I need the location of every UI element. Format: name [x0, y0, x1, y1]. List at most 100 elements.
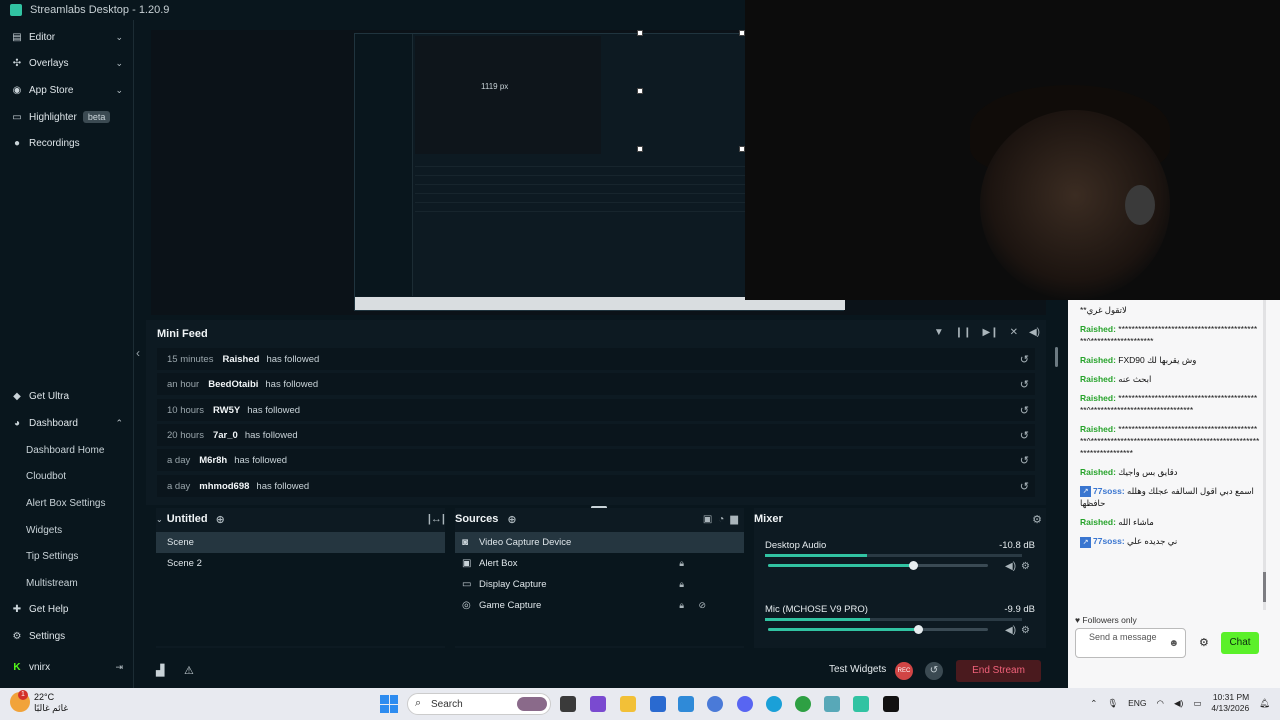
windows-start-icon[interactable]: [380, 695, 398, 713]
nav-get-help[interactable]: ✚ Get Help: [0, 596, 134, 622]
streamlabs-taskbar-icon[interactable]: [853, 696, 869, 712]
emoji-icon[interactable]: ☻: [1168, 638, 1179, 649]
wifi-icon[interactable]: ◠: [1157, 698, 1164, 709]
feed-user[interactable]: Raished: [222, 354, 259, 365]
scene-item[interactable]: Scene: [156, 532, 445, 553]
weather-widget[interactable]: 1 22°C غائم غالبًا: [10, 690, 68, 714]
taskbar-search[interactable]: ⌕ Search: [407, 693, 551, 715]
volume-icon[interactable]: ◀): [1029, 327, 1040, 338]
nav-dashboard-home[interactable]: Dashboard Home: [0, 437, 134, 463]
add-source-icon[interactable]: ⊕: [507, 513, 516, 526]
chat-scroll-thumb[interactable]: [1263, 572, 1266, 602]
replay-icon[interactable]: ↺: [1020, 404, 1029, 417]
notification-bell-icon[interactable]: 🔔︎: [1259, 698, 1270, 709]
end-stream-button[interactable]: End Stream: [956, 660, 1041, 682]
alert-icon[interactable]: ⚠: [184, 664, 194, 677]
source-tools-icon[interactable]: ▣◔▆: [703, 514, 744, 525]
resize-handle[interactable]: [637, 88, 643, 94]
slider-knob[interactable]: [909, 561, 919, 570]
feed-scrollbar[interactable]: [1055, 347, 1058, 367]
nav-widgets[interactable]: Widgets: [0, 517, 134, 543]
collapse-arrow-icon[interactable]: ⌄: [156, 515, 163, 524]
scene-collection-title[interactable]: Untitled: [167, 513, 208, 525]
replay-buffer-button[interactable]: ↺: [925, 662, 943, 680]
chat-user[interactable]: 77soss:: [1093, 486, 1125, 496]
nav-user[interactable]: K vnirx ⇥: [0, 654, 134, 680]
source-item[interactable]: ▣ Alert Box 🔒︎: [455, 553, 744, 574]
edge-icon[interactable]: [766, 696, 782, 712]
mixer-settings-icon[interactable]: ⚙: [1032, 513, 1042, 526]
nav-cloudbot[interactable]: Cloudbot: [0, 463, 134, 489]
lock-icon[interactable]: 🔒︎: [679, 558, 684, 569]
chat-settings-icon[interactable]: ⚙: [1199, 636, 1209, 649]
mic-icon[interactable]: 🎙︎: [1107, 698, 1118, 709]
speaker-icon[interactable]: ◀): [1005, 625, 1016, 636]
nav-highlighter[interactable]: ▭ Highlighter beta: [0, 104, 134, 130]
feed-user[interactable]: M6r8h: [199, 455, 227, 466]
transition-icon[interactable]: |↔|: [428, 513, 445, 525]
nav-app-store[interactable]: ◉ App Store ⌄: [0, 77, 134, 103]
app-icon[interactable]: [795, 696, 811, 712]
record-button[interactable]: REC: [895, 662, 913, 680]
nav-editor[interactable]: ▤ Editor ⌄: [0, 24, 134, 50]
resize-handle[interactable]: [739, 30, 745, 36]
nav-tip-settings[interactable]: Tip Settings: [0, 543, 134, 569]
replay-icon[interactable]: ↺: [1020, 353, 1029, 366]
chat-user[interactable]: 77soss:: [1093, 536, 1125, 546]
hidden-eye-icon[interactable]: ⊘: [698, 600, 706, 611]
chat-user[interactable]: Raished:: [1080, 355, 1116, 365]
discord-icon[interactable]: [737, 696, 753, 712]
store-icon[interactable]: [650, 696, 666, 712]
chevron-up-icon[interactable]: ⌃: [1090, 698, 1097, 709]
chat-user[interactable]: Raished:: [1080, 467, 1116, 477]
feed-user[interactable]: mhmod698: [199, 481, 249, 492]
logout-icon[interactable]: ⇥: [115, 662, 123, 673]
lock-icon[interactable]: 🔒︎: [679, 579, 684, 590]
battery-icon[interactable]: ▭: [1193, 698, 1201, 709]
chat-user[interactable]: Raished:: [1080, 517, 1116, 527]
nav-multistream[interactable]: Multistream: [0, 570, 134, 596]
resize-handle[interactable]: [637, 30, 643, 36]
chat-input[interactable]: Send a message ☻: [1075, 628, 1186, 658]
app-icon[interactable]: [824, 696, 840, 712]
volume-slider[interactable]: [768, 625, 988, 634]
resize-handle[interactable]: [739, 146, 745, 152]
task-view-icon[interactable]: [560, 696, 576, 712]
source-item[interactable]: ◎ Game Capture 🔒︎ ⊘: [455, 595, 744, 616]
nav-alert-box-settings[interactable]: Alert Box Settings: [0, 490, 134, 516]
replay-icon[interactable]: ↺: [1020, 378, 1029, 391]
slider-knob[interactable]: [913, 625, 923, 634]
collapse-sidebar-icon[interactable]: ‹: [136, 346, 140, 360]
filter-icon[interactable]: ▼: [934, 327, 944, 338]
nav-settings[interactable]: ⚙ Settings: [0, 623, 134, 649]
nav-overlays[interactable]: ✣ Overlays ⌄: [0, 50, 134, 76]
mute-alerts-icon[interactable]: ✕: [1010, 327, 1018, 338]
file-explorer-icon[interactable]: [620, 696, 636, 712]
app-icon[interactable]: [883, 696, 899, 712]
clock[interactable]: 10:31 PM 4/13/2026: [1211, 692, 1249, 714]
pause-icon[interactable]: ❙❙: [955, 327, 972, 338]
source-item[interactable]: ◙ Video Capture Device: [455, 532, 744, 553]
stats-icon[interactable]: ▟: [156, 664, 164, 677]
gear-icon[interactable]: ⚙: [1021, 561, 1030, 572]
nav-get-ultra[interactable]: ◆ Get Ultra: [0, 383, 134, 409]
add-scene-collection-icon[interactable]: ⊕: [216, 513, 225, 526]
nav-recordings[interactable]: ● Recordings: [0, 130, 134, 156]
feed-user[interactable]: 7ar_0: [213, 430, 238, 441]
chat-scrollbar[interactable]: [1263, 300, 1266, 610]
volume-slider[interactable]: [768, 561, 988, 570]
chat-user[interactable]: Raished:: [1080, 393, 1116, 403]
feed-user[interactable]: BeedOtaibi: [208, 379, 258, 390]
chat-user[interactable]: Raished:: [1080, 424, 1116, 434]
nav-dashboard[interactable]: ◕ Dashboard ⌃: [0, 410, 134, 436]
volume-icon[interactable]: ◀): [1174, 698, 1183, 709]
replay-icon[interactable]: ↺: [1020, 454, 1029, 467]
app-icon[interactable]: [590, 696, 606, 712]
replay-icon[interactable]: ↺: [1020, 480, 1029, 493]
speaker-icon[interactable]: ◀): [1005, 561, 1016, 572]
source-item[interactable]: ▭ Display Capture 🔒︎: [455, 574, 744, 595]
replay-icon[interactable]: ↺: [1020, 429, 1029, 442]
chat-user[interactable]: Raished:: [1080, 374, 1116, 384]
feed-user[interactable]: RW5Y: [213, 405, 240, 416]
resize-handle[interactable]: [637, 146, 643, 152]
